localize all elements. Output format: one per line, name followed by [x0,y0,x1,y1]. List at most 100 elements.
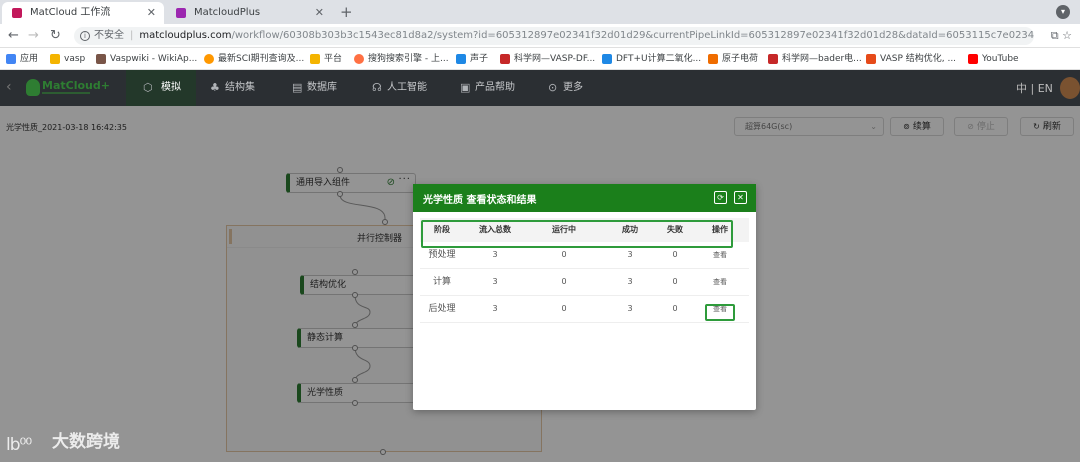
table-row: 预处理 3 0 3 0 查看 [420,242,749,269]
bookmark-link[interactable]: 科学网—bader电... [768,51,862,67]
bookmarks-bar: 应用 vasp Vaspwiki - WikiAp... 最新SCI期刊查询及.… [0,48,1080,70]
bookmark-link[interactable]: 搜狗搜索引擎 - 上... [354,51,449,67]
column-header-action: 操作 [712,225,728,234]
bookmark-folder[interactable]: vasp [50,51,85,67]
running-count: 0 [561,277,567,286]
matcloud-favicon-icon [12,8,22,18]
bookmark-link[interactable]: VASP 结构优化, ... [866,51,956,67]
dialog-title: 光学性质 查看状态和结果 [423,195,537,206]
bookmark-link[interactable]: 最新SCI期刊查询及... [204,51,304,67]
bookmark-favicon-icon [866,54,876,64]
database-icon: ▤ [292,81,303,94]
fail-count: 0 [672,250,678,259]
stage-name: 后处理 [428,304,456,314]
table-header-row: 阶段 流入总数 运行中 成功 失败 操作 [420,218,749,242]
tab-close-icon[interactable]: ✕ [147,2,156,24]
molecule-icon: ♣ [210,81,220,94]
menu-ai[interactable]: ☊ 人工智能 [370,70,427,106]
bookmark-link[interactable]: Vaspwiki - WikiAp... [96,51,197,67]
fail-count: 0 [672,277,678,286]
status-table: 阶段 流入总数 运行中 成功 失败 操作 预处理 3 0 3 0 查看 计算 3… [420,218,749,323]
bookmark-link[interactable]: DFT+U计算二氧化... [602,51,701,67]
back-arrow-icon[interactable]: ← [8,28,19,44]
help-book-icon: ▣ [460,81,471,94]
column-header-fail: 失败 [667,225,683,234]
bookmark-apps[interactable]: 应用 [6,51,38,67]
success-count: 3 [627,304,633,313]
bookmark-favicon-icon [354,54,364,64]
success-count: 3 [627,277,633,286]
address-bar[interactable]: i 不安全 | matcloudplus.com/workflow/60308b30… [74,27,1034,45]
watermark: lb⁰⁰ 大数跨境 [6,428,120,458]
new-tab-button[interactable]: + [340,2,353,22]
total-count: 3 [492,304,498,313]
folder-icon [310,54,320,64]
column-header-stage: 阶段 [434,225,450,234]
bookmark-favicon-icon [500,54,510,64]
total-count: 3 [492,277,498,286]
stage-name: 计算 [432,277,451,287]
bookmark-link[interactable]: 声子 [456,51,488,67]
translate-icon[interactable]: ⧉ ☆ [1051,29,1072,43]
bookmark-youtube[interactable]: YouTube [968,51,1019,67]
forward-arrow-icon[interactable]: → [28,28,39,44]
bookmark-favicon-icon [204,54,214,64]
apps-grid-icon [6,54,16,64]
column-header-running: 运行中 [552,225,576,234]
watermark-logo: lb⁰⁰ [6,435,32,455]
bookmark-favicon-icon [768,54,778,64]
collapse-chevron-icon[interactable]: ‹ [6,79,12,95]
tab-title: MatCloud 工作流 [30,7,111,18]
logo-underline [42,92,90,94]
bookmark-link[interactable]: 原子电荷 [708,51,758,67]
bookmark-link[interactable]: 科学网—VASP-DF... [500,51,595,67]
menu-database[interactable]: ▤ 数据库 [290,70,337,106]
menu-structure-set[interactable]: ♣ 结构集 [208,70,255,106]
tab-title: MatcloudPlus [194,7,261,18]
menu-label: 模拟 [161,82,181,93]
bookmark-folder[interactable]: 平台 [310,51,342,67]
cube-icon: ⬡ [143,81,153,94]
folder-icon [50,54,60,64]
close-icon[interactable]: ✕ [734,191,747,204]
language-switch[interactable]: 中 | EN [1016,80,1053,96]
bookmark-favicon-icon [96,54,106,64]
menu-label: 产品帮助 [475,82,515,93]
youtube-icon [968,54,978,64]
total-count: 3 [492,250,498,259]
menu-label: 更多 [563,82,583,93]
menu-simulation[interactable]: ⬡ 模拟 [126,70,196,106]
menu-more[interactable]: ⊙ 更多 [546,70,583,106]
view-link[interactable]: 查看 [705,296,735,322]
table-row: 后处理 3 0 3 0 查看 [420,296,749,323]
bookmark-favicon-icon [456,54,466,64]
browser-tab-matcloudplus[interactable]: MatcloudPlus ✕ [166,2,332,24]
running-count: 0 [561,304,567,313]
browser-tab-matcloud[interactable]: MatCloud 工作流 ✕ [2,2,164,24]
column-header-success: 成功 [622,225,638,234]
tab-search-icon[interactable]: ▾ [1056,5,1070,19]
logo-mark-icon [26,79,40,96]
tab-close-icon[interactable]: ✕ [315,2,324,24]
view-link[interactable]: 查看 [705,269,735,295]
column-header-total: 流入总数 [479,225,511,234]
fail-count: 0 [672,304,678,313]
menu-label: 结构集 [225,82,255,93]
success-count: 3 [627,250,633,259]
stage-name: 预处理 [428,250,456,260]
matcloud-logo[interactable]: MatCloud+ [26,76,110,100]
matcloudplus-favicon-icon [176,8,186,18]
status-results-dialog: 光学性质 查看状态和结果 ⟳ ✕ 阶段 流入总数 运行中 成功 失败 操作 预处… [413,184,756,410]
view-link[interactable]: 查看 [705,242,735,268]
avatar[interactable] [1060,77,1080,99]
info-icon[interactable]: i [80,31,90,41]
browser-toolbar: ← → ↻ i 不安全 | matcloudplus.com/workflow/60… [0,24,1080,48]
menu-label: 数据库 [307,82,337,93]
refresh-icon[interactable]: ⟳ [714,191,727,204]
menu-label: 人工智能 [387,82,427,93]
running-count: 0 [561,250,567,259]
menu-product-help[interactable]: ▣ 产品帮助 [458,70,515,106]
reload-icon[interactable]: ↻ [50,28,61,44]
url-domain: matcloudplus.com [139,30,232,41]
url-path: /workflow/60308b303b3c1543ec81d8a2/syste… [231,30,1034,41]
